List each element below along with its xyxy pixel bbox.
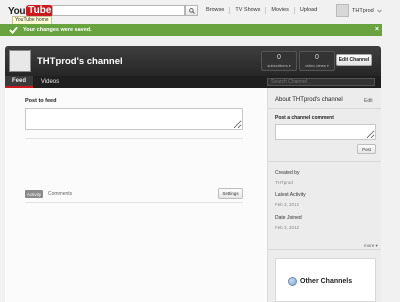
user-menu[interactable]: THTprod: [336, 4, 382, 17]
search-button[interactable]: [185, 5, 198, 16]
more-label: more: [364, 243, 375, 248]
logo-you: You: [8, 5, 26, 17]
edit-channel-button[interactable]: Edit Channel: [336, 54, 372, 66]
channel-page: THTprod's channel 0 subscribers ▾ 0 vide…: [5, 46, 381, 302]
about-edit-link[interactable]: Edit: [364, 98, 373, 104]
about-title: About THTprod's channel: [275, 97, 343, 103]
divider: [268, 161, 381, 162]
globe-icon: [288, 277, 297, 286]
channel-tabbar: Feed Videos: [5, 76, 381, 88]
channel-comment-label: Post a channel comment: [275, 115, 334, 121]
close-icon[interactable]: ×: [375, 26, 379, 34]
subscribers-count: 0: [277, 54, 281, 61]
channel-comment-input[interactable]: [275, 124, 376, 140]
caret-down-icon: ▾: [327, 64, 329, 68]
masthead: You Tube YouTube home Browse TV Shows Mo…: [0, 0, 400, 25]
caret-down-icon: ▾: [375, 243, 378, 248]
about-column: About THTprod's channel Edit Post a chan…: [267, 88, 381, 302]
divider: [268, 249, 381, 250]
created-by-value[interactable]: THTprod: [275, 180, 293, 185]
latest-activity-label: Latest Activity: [275, 192, 306, 198]
nav-upload[interactable]: Upload: [293, 7, 322, 14]
filter-activity-button[interactable]: Activity: [25, 190, 43, 198]
caret-down-icon: ▾: [288, 64, 291, 68]
divider: [25, 202, 243, 203]
post-to-feed-input[interactable]: [25, 108, 243, 130]
feed-filter-row: Activity Comments Settings: [25, 188, 243, 199]
divider: [268, 108, 381, 109]
avatar: [336, 4, 349, 17]
search-icon: [188, 7, 195, 14]
user-name: THTprod: [352, 7, 374, 14]
top-nav: Browse TV Shows Movies Upload: [201, 7, 322, 14]
feed-settings-button[interactable]: Settings: [218, 188, 243, 199]
created-by-label: Created by: [275, 170, 300, 176]
divider: [25, 138, 243, 139]
success-alert: Your changes were saved. ×: [0, 24, 382, 36]
channel-header: THTprod's channel 0 subscribers ▾ 0 vide…: [5, 46, 381, 76]
video-views-stat[interactable]: 0 video views ▾: [299, 51, 335, 71]
filter-comments-link[interactable]: Comments: [48, 191, 72, 197]
subscribers-label: subscribers: [267, 63, 288, 68]
feed-column: Post to feed Activity Comments Settings: [5, 88, 267, 302]
tab-videos[interactable]: Videos: [37, 76, 63, 88]
channel-title: THTprod's channel: [37, 56, 123, 67]
post-comment-button[interactable]: Post: [357, 144, 376, 154]
date-joined-value: Feb 3, 2012: [275, 225, 300, 230]
search-input[interactable]: [52, 5, 185, 16]
check-icon: [8, 25, 18, 35]
alert-message: Your changes were saved.: [23, 27, 92, 33]
chevron-down-icon: [376, 9, 382, 13]
nav-tv-shows[interactable]: TV Shows: [229, 7, 265, 14]
channel-avatar: [9, 50, 31, 72]
other-channels-title: Other Channels: [300, 278, 353, 285]
tab-feed[interactable]: Feed: [5, 76, 33, 88]
video-views-label: video views: [305, 63, 326, 68]
post-to-feed-label: Post to feed: [25, 98, 57, 104]
nav-browse[interactable]: Browse: [201, 7, 229, 14]
subscribers-stat[interactable]: 0 subscribers ▾: [261, 51, 297, 71]
video-views-count: 0: [315, 54, 319, 61]
date-joined-label: Date Joined: [275, 215, 302, 221]
nav-movies[interactable]: Movies: [265, 7, 293, 14]
channel-search-input[interactable]: [267, 78, 375, 86]
other-channels-box[interactable]: Other Channels: [275, 258, 376, 302]
latest-activity-value: Feb 3, 2012: [275, 202, 300, 207]
